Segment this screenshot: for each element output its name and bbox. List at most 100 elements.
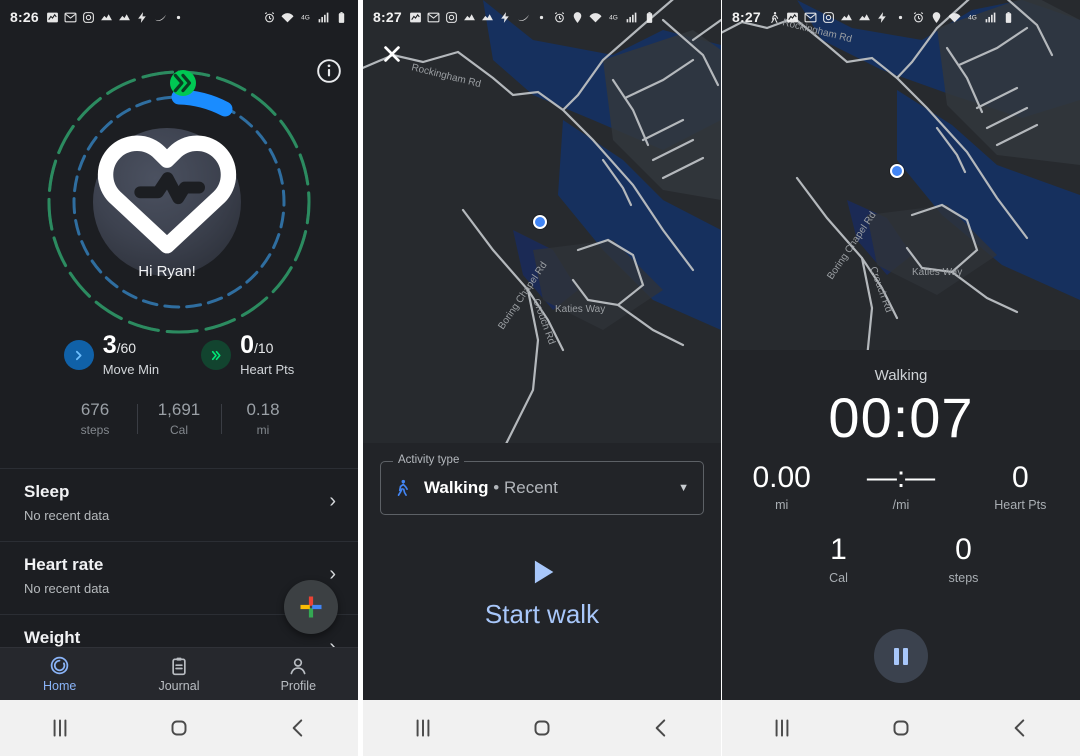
move-min-label: Move Min — [102, 362, 160, 377]
gmail-icon — [64, 11, 77, 24]
activity-type-value: Walking — [424, 478, 489, 497]
chart-icon — [858, 11, 871, 24]
system-nav-tracking — [722, 700, 1080, 756]
chart-icon — [118, 11, 131, 24]
home-square-icon[interactable] — [529, 715, 555, 741]
cal-value: 1,691 — [157, 400, 201, 419]
mi-label: mi — [256, 423, 270, 437]
chart-icon — [100, 11, 113, 24]
dot-icon — [894, 11, 907, 24]
add-data-fab[interactable] — [284, 580, 338, 634]
alarm-icon — [263, 11, 276, 24]
instagram-icon — [822, 11, 835, 24]
move-min-stat[interactable]: 3/60 Move Min — [63, 331, 160, 377]
status-bar-start: 8:27 4G — [363, 0, 721, 34]
steps-value: 0 — [955, 533, 972, 567]
nav-item-profile[interactable]: Profile — [239, 648, 358, 700]
info-icon[interactable] — [316, 58, 342, 84]
swoosh-icon — [154, 11, 167, 24]
tracking-activity-title: Walking — [874, 367, 928, 384]
gmail-icon — [804, 11, 817, 24]
current-location-dot — [533, 215, 547, 229]
home-square-icon[interactable] — [888, 715, 914, 741]
dot-icon — [172, 11, 185, 24]
double-chevron-icon — [173, 73, 192, 93]
nav-item-journal[interactable]: Journal — [119, 648, 238, 700]
substat-cal: 1,691 Cal — [137, 400, 221, 437]
steps-label: steps — [948, 570, 979, 585]
battery-icon — [335, 11, 348, 24]
inv-icon — [46, 11, 59, 24]
list-divider-top — [0, 468, 358, 469]
start-walk-button[interactable]: Start walk — [363, 555, 721, 630]
inv-icon — [786, 11, 799, 24]
heart-pts-value: 0 — [240, 331, 254, 359]
screenshot-root: 8:26 4G Hi Ryan! 3/60 Move Min 0/10 Hear… — [0, 0, 1080, 756]
recents-icon[interactable] — [47, 715, 73, 741]
heart-pts-goal: /10 — [253, 340, 274, 356]
cal-value: 1 — [830, 533, 847, 567]
gmail-icon — [427, 11, 440, 24]
pause-button[interactable] — [874, 629, 928, 683]
current-location-dot — [890, 164, 904, 178]
back-chevron-icon[interactable] — [648, 715, 674, 741]
pause-icon — [894, 647, 899, 665]
battery-icon — [1002, 11, 1015, 24]
signal-icon — [984, 11, 997, 24]
start-walk-screen: Rockingham Rd Boring Chapel Rd Crouch Rd… — [363, 0, 721, 700]
chevron-icon — [63, 340, 94, 370]
move-min-value: 3 — [102, 331, 117, 359]
alarm-icon — [553, 11, 566, 24]
chart-icon — [840, 11, 853, 24]
svg-text:4G: 4G — [609, 14, 618, 21]
heart-rate-title: Heart rate — [24, 555, 104, 574]
greeting-disc[interactable]: Hi Ryan! — [93, 128, 241, 280]
wifi-icon — [948, 11, 961, 24]
status-clock: 8:27 — [373, 9, 402, 25]
weight-title: Weight — [24, 628, 81, 647]
heart-pts-ring-badge — [170, 70, 196, 96]
svg-text:Katies Way: Katies Way — [555, 304, 605, 315]
person-icon — [290, 658, 306, 674]
steps-label: steps — [80, 423, 110, 437]
mi-value: 0.18 — [246, 400, 280, 419]
status-clock: 8:27 — [732, 9, 761, 25]
pause-icon — [903, 647, 908, 665]
stat-pace: —:— /mi — [841, 462, 960, 513]
activity-rings[interactable]: Hi Ryan! — [29, 66, 329, 338]
phone-panel-tracking: Rockingham Rd Boring Chapel Rd Crouch Rd… — [722, 0, 1080, 756]
system-nav-start — [363, 700, 721, 756]
distance-value: 0.00 — [752, 460, 811, 494]
wifi-icon — [589, 11, 602, 24]
recents-icon[interactable] — [410, 715, 436, 741]
steps-value: 676 — [80, 400, 110, 419]
list-item-sleep[interactable]: Sleep No recent data › — [0, 482, 358, 523]
back-chevron-icon[interactable] — [285, 715, 311, 741]
dot-icon — [535, 11, 548, 24]
recents-icon[interactable] — [769, 715, 795, 741]
back-chevron-icon[interactable] — [1007, 715, 1033, 741]
start-walk-sheet: Activity type Walking • Recent ▼ Start w… — [363, 443, 721, 700]
cal-label: Cal — [829, 570, 848, 585]
status-clock: 8:26 — [10, 9, 39, 25]
nav-item-home[interactable]: Home — [0, 648, 119, 700]
svg-text:4G: 4G — [968, 14, 977, 21]
heart-pts-stat[interactable]: 0/10 Heart Pts — [201, 333, 294, 377]
wifi-icon — [281, 11, 294, 24]
pin-icon — [571, 11, 584, 24]
home-square-icon[interactable] — [166, 715, 192, 741]
secondary-stats: 676 steps 1,691 Cal 0.18 mi — [0, 400, 358, 437]
chevron-down-icon[interactable]: ▼ — [678, 482, 689, 494]
activity-type-select[interactable]: Activity type Walking • Recent ▼ — [380, 454, 704, 515]
svg-text:4G: 4G — [301, 14, 310, 21]
phone-panel-start-walk: Rockingham Rd Boring Chapel Rd Crouch Rd… — [363, 0, 721, 756]
close-icon[interactable] — [381, 43, 403, 65]
double-chevron-icon — [201, 340, 232, 370]
signal-icon — [625, 11, 638, 24]
start-walk-label: Start walk — [484, 599, 600, 629]
bolt-icon — [876, 11, 889, 24]
clipboard-icon — [172, 657, 186, 675]
chart-icon — [481, 11, 494, 24]
home-ring-icon — [50, 656, 69, 675]
play-icon — [534, 560, 554, 584]
